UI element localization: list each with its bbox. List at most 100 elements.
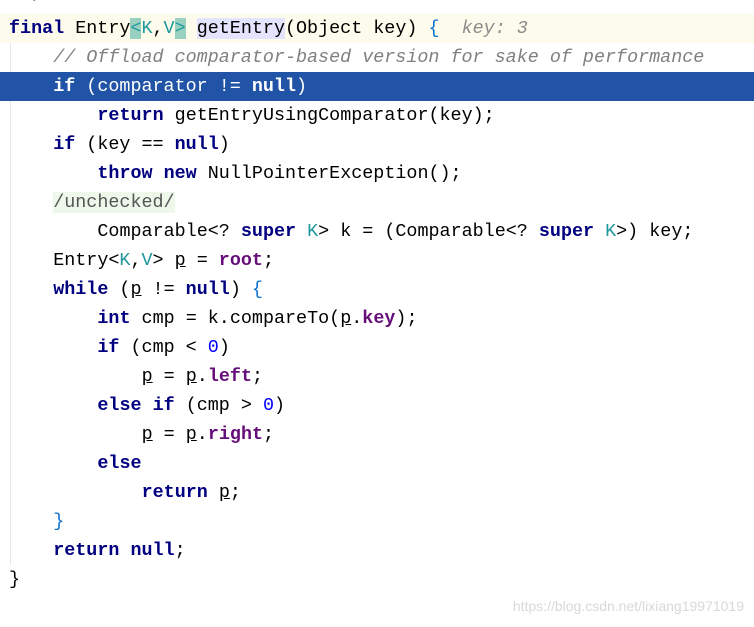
code-text: // Offload comparator-based version for … [53,43,704,72]
code-token: ; [229,482,241,503]
comment-end-fragment: */ [22,0,44,7]
code-token: ; [174,540,186,561]
code-token: NullPointerException(); [207,163,462,184]
code-line[interactable]: Entry<K,V> p = root; [0,246,754,275]
code-line[interactable]: while (p != null) { [0,275,754,304]
code-token: (comparator != [86,76,252,97]
code-token: return [97,105,175,126]
code-text: if (comparator != null) [53,72,307,101]
code-line[interactable]: else [0,449,754,478]
code-token: } [53,511,65,532]
code-token: K [141,18,153,39]
code-text: Comparable<? super K> k = (Comparable<? … [97,217,693,246]
code-text: } [53,507,64,536]
code-text: else [97,449,141,478]
code-text: p = p.right; [142,420,274,449]
code-token: return null [53,540,175,561]
code-line[interactable]: return p; [0,478,754,507]
code-token: 0 [207,337,219,358]
code-line[interactable]: if (key == null) [0,130,754,159]
code-token: cmp = k.compareTo( [141,308,341,329]
code-token: > k = (Comparable<? [318,221,539,242]
code-token: } [9,569,21,590]
code-line[interactable]: return getEntryUsingComparator(key); [0,101,754,130]
code-token: = [152,424,186,445]
code-token: left [207,366,252,387]
code-token: >) key; [616,221,694,242]
code-token: p [185,366,197,387]
code-token: p [141,424,153,445]
code-token: super [538,221,606,242]
code-token: // Offload comparator-based version for … [53,47,705,68]
code-token: p [174,250,186,271]
code-line[interactable]: // Offload comparator-based version for … [0,43,754,72]
code-text: Entry<K,V> p = root; [53,246,274,275]
watermark: https://blog.csdn.net/lixiang19971019 [512,598,744,614]
code-token: super [240,221,308,242]
code-line[interactable]: int cmp = k.compareTo(p.key); [0,304,754,333]
code-token: else if [97,395,186,416]
code-text: if (cmp < 0) [97,333,229,362]
code-token: ) [296,76,308,97]
code-token: throw new [97,163,208,184]
code-token: K [605,221,617,242]
code-token: , [152,18,164,39]
code-line[interactable]: p = p.left; [0,362,754,391]
code-token: ; [263,424,275,445]
code-line[interactable]: Comparable<? super K> k = (Comparable<? … [0,217,754,246]
code-line[interactable]: } [0,507,754,536]
code-token: else [97,453,142,474]
code-token: ) [218,134,230,155]
code-line[interactable]: final Entry<K,V> getEntry(Object key) { … [0,14,754,43]
code-text: while (p != null) { [53,275,263,304]
code-token: if [53,134,87,155]
code-line[interactable]: p = p.right; [0,420,754,449]
code-token: V [141,250,153,271]
code-token: null [174,134,219,155]
selected-code-line[interactable]: if (comparator != null) [0,72,754,101]
code-token: (key == [86,134,175,155]
code-token: ) [229,279,252,300]
code-text: } [9,565,20,594]
code-token: ; [262,250,274,271]
code-token: > [152,250,175,271]
code-token: > [174,18,186,39]
code-token: p [185,424,197,445]
code-token: V [163,18,175,39]
code-token: K [307,221,319,242]
code-line[interactable]: if (cmp < 0) [0,333,754,362]
code-token: ; [252,366,264,387]
code-line[interactable]: return null; [0,536,754,565]
code-token: . [196,424,208,445]
code-token: Comparable<? [97,221,241,242]
code-token: != [141,279,186,300]
code-token: 0 [262,395,274,416]
folded-region[interactable]: /unchecked/ [53,192,175,213]
code-token: null [251,76,296,97]
code-token: int [97,308,142,329]
code-token: { [428,18,440,39]
code-token: ) [274,395,286,416]
code-token: p [218,482,230,503]
inline-debug-value: key: 3 [439,18,528,39]
code-line[interactable]: else if (cmp > 0) [0,391,754,420]
code-token: p [141,366,153,387]
code-token: root [218,250,263,271]
code-text: /unchecked/ [53,188,175,217]
code-token: . [196,366,208,387]
code-token: if [53,76,87,97]
code-token: = [185,250,219,271]
code-token: key [362,308,396,329]
code-text: else if (cmp > 0) [97,391,285,420]
code-line[interactable]: } [0,565,754,594]
code-token: (Object key) [284,18,429,39]
code-line[interactable]: throw new NullPointerException(); [0,159,754,188]
code-text: return p; [142,478,241,507]
code-token: null [185,279,230,300]
code-token: ) [218,337,230,358]
code-text: final Entry<K,V> getEntry(Object key) { … [9,14,528,43]
code-token: getEntry [196,18,285,39]
code-text: int cmp = k.compareTo(p.key); [97,304,417,333]
code-line[interactable]: /unchecked/ [0,188,754,217]
